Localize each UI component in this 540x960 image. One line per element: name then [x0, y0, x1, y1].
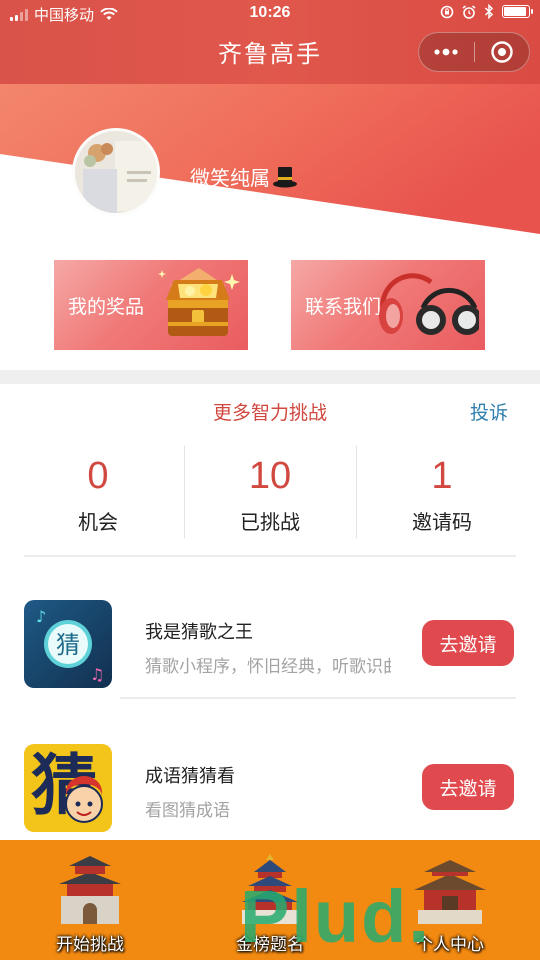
- nav-header: 中国移动 10:26 齐鲁高手: [0, 0, 540, 84]
- avatar[interactable]: [72, 128, 160, 216]
- stat-label: 已挑战: [240, 512, 300, 534]
- my-prizes-card[interactable]: 我的奖品: [54, 260, 248, 350]
- stat-chances: 0 机会: [12, 446, 184, 538]
- tab-start-challenge[interactable]: 开始挑战: [0, 840, 180, 960]
- rotation-lock-icon: [440, 5, 454, 18]
- more-button[interactable]: [419, 33, 474, 71]
- list-item-idiom-guess[interactable]: 猜 成语猜猜看 看图猜成语 去邀请: [0, 740, 540, 840]
- nickname-text: 微笑纯属: [190, 168, 270, 190]
- complain-link[interactable]: 投诉: [470, 398, 508, 425]
- bluetooth-icon: [484, 4, 494, 19]
- contact-us-card[interactable]: 联系我们: [291, 260, 485, 350]
- app-title: 成语猜猜看: [145, 766, 235, 786]
- app-description: 猜歌小程序，怀旧经典，听歌识曲: [145, 657, 391, 676]
- alarm-icon: [462, 4, 476, 19]
- target-icon: [491, 41, 513, 63]
- app-icon-song-king: 猜 ♪ ♫: [24, 600, 112, 688]
- music-guess-icon: 猜 ♪ ♫: [24, 600, 112, 688]
- miniprogram-capsule: [418, 32, 530, 72]
- section-divider: [0, 370, 540, 384]
- invite-button[interactable]: 去邀请: [422, 764, 514, 810]
- stat-value: 0: [87, 455, 109, 497]
- app-icon-idiom-guess: 猜: [24, 744, 112, 832]
- list-divider: [120, 697, 516, 699]
- svg-text:♪: ♪: [36, 607, 46, 626]
- list-item-song-king[interactable]: 猜 ♪ ♫ 我是猜歌之王 猜歌小程序，怀旧经典，听歌识曲 去邀请: [0, 596, 540, 696]
- watermark-logo: Plud.: [240, 875, 431, 958]
- more-challenges-link[interactable]: 更多智力挑战: [0, 398, 540, 425]
- app-description: 看图猜成语: [145, 801, 230, 820]
- headphones-icon: [379, 273, 479, 335]
- top-hat-icon: [273, 166, 297, 187]
- app-icon-glyph: 猜: [56, 631, 80, 659]
- stats-row: 0 机会 10 已挑战 1 邀请码: [12, 446, 528, 538]
- invite-button[interactable]: 去邀请: [422, 620, 514, 666]
- more-dots-icon: [434, 48, 458, 56]
- stat-invite-code: 1 邀请码: [356, 446, 528, 538]
- close-miniprogram-button[interactable]: [474, 33, 529, 71]
- stat-value: 1: [431, 455, 453, 497]
- idiom-guess-icon: 猜: [24, 744, 112, 832]
- stat-challenged: 10 已挑战: [184, 446, 356, 538]
- status-right: [440, 4, 533, 19]
- status-bar: 中国移动 10:26: [0, 0, 540, 28]
- profile-banner: 微笑纯属: [0, 84, 540, 244]
- stat-label: 邀请码: [412, 512, 472, 534]
- battery-icon: [502, 5, 533, 18]
- my-prizes-label: 我的奖品: [68, 297, 145, 318]
- gate-tower-icon: [59, 856, 121, 924]
- stat-label: 机会: [78, 512, 118, 534]
- treasure-chest-icon: [158, 268, 240, 336]
- stat-value: 10: [248, 455, 292, 497]
- contact-us-label: 联系我们: [305, 297, 382, 318]
- stats-divider: [24, 555, 516, 557]
- tab-label: 开始挑战: [56, 935, 124, 954]
- profile-nickname: 微笑纯属: [190, 162, 298, 191]
- app-title: 我是猜歌之王: [145, 622, 253, 642]
- svg-text:♫: ♫: [90, 665, 104, 684]
